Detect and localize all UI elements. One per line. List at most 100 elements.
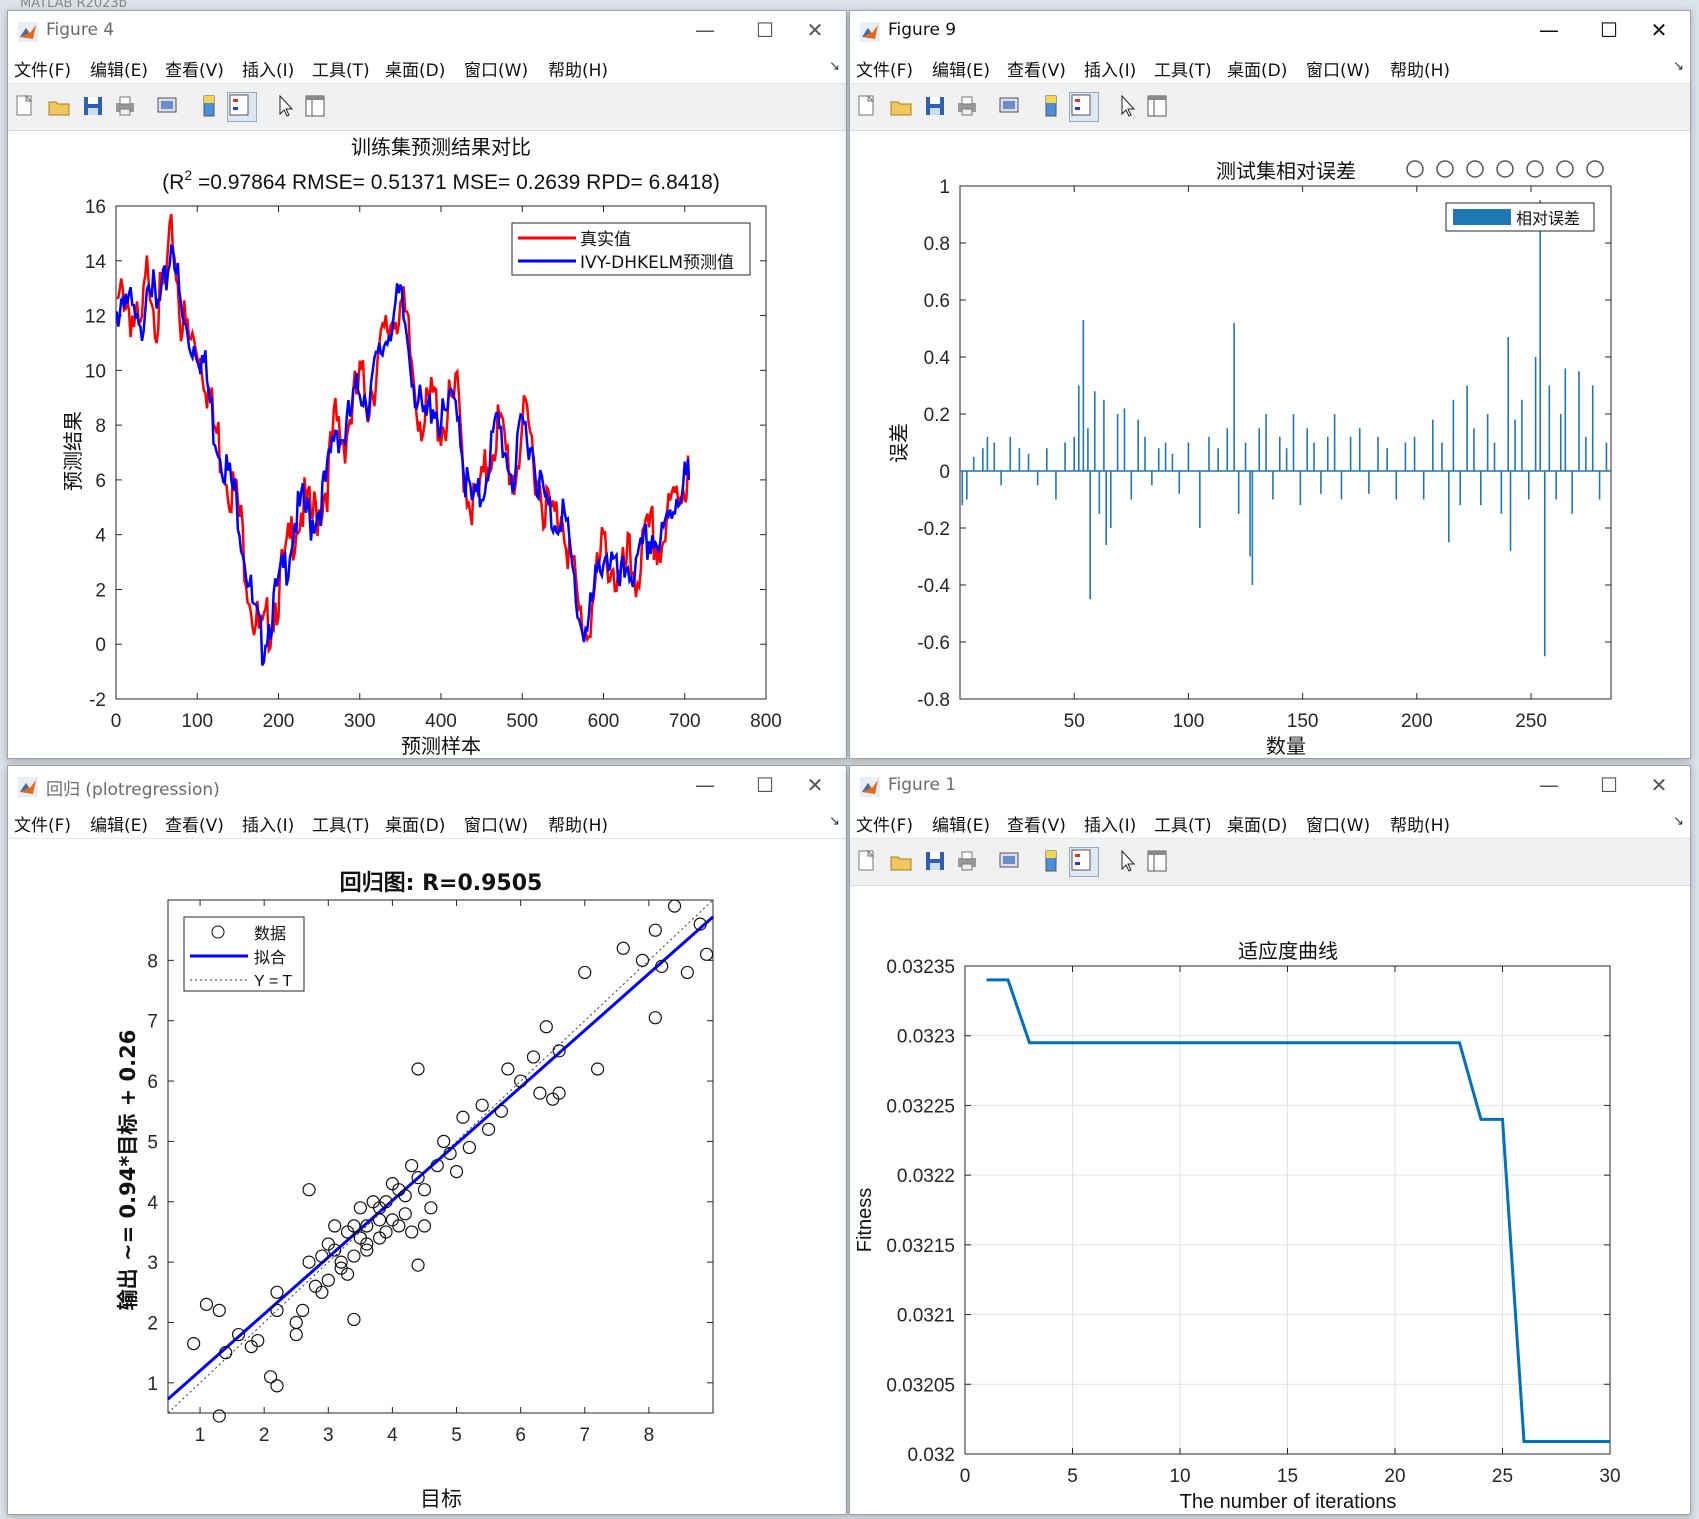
figure-1-window[interactable]: Figure 1 — ☐ ✕ 文件(F) 编辑(E) 查看(V) 插入(I) 工具(T)… (849, 765, 1691, 1515)
minimize-button[interactable]: — (1528, 772, 1570, 798)
data-point (372, 1213, 387, 1227)
legend-icon[interactable] (1069, 847, 1099, 877)
menu-item-3[interactable]: 插入(I) (1084, 56, 1136, 81)
titlebar[interactable]: 回归 (plotregression) — ☐ ✕ (8, 766, 846, 806)
menu-item-2[interactable]: 查看(V) (165, 811, 224, 836)
maximize-button[interactable]: ☐ (1588, 17, 1630, 43)
menu-item-7[interactable]: 帮助(H) (548, 56, 608, 81)
menu-item-7[interactable]: 帮助(H) (1390, 811, 1450, 836)
menu-item-0[interactable]: 文件(F) (856, 811, 913, 836)
close-button[interactable]: ✕ (1638, 17, 1680, 43)
menu-item-1[interactable]: 编辑(E) (932, 56, 990, 81)
maximize-button[interactable]: ☐ (744, 17, 786, 43)
menu-item-5[interactable]: 桌面(D) (385, 811, 445, 836)
new-figure-icon[interactable] (14, 94, 36, 118)
data-point (635, 953, 650, 967)
data-point (398, 1207, 412, 1221)
pointer-icon[interactable] (1116, 94, 1138, 118)
menu-item-2[interactable]: 查看(V) (1007, 811, 1066, 836)
data-point (347, 1312, 361, 1327)
minimize-button[interactable]: — (684, 772, 726, 798)
data-point (437, 1134, 451, 1149)
menu-item-2[interactable]: 查看(V) (1007, 56, 1066, 81)
home-icon[interactable] (1586, 160, 1604, 178)
data-point (417, 1183, 432, 1197)
menu-item-4[interactable]: 工具(T) (1154, 56, 1212, 81)
maximize-button[interactable]: ☐ (744, 772, 786, 798)
menu-dock-arrow-icon[interactable]: ↘ (1673, 814, 1684, 829)
pointer-icon[interactable] (274, 94, 296, 118)
menu-item-5[interactable]: 桌面(D) (1227, 811, 1287, 836)
property-inspector-icon[interactable] (1146, 94, 1168, 118)
save-icon[interactable] (924, 94, 946, 118)
menu-item-3[interactable]: 插入(I) (242, 811, 294, 836)
menu-item-3[interactable]: 插入(I) (1084, 811, 1136, 836)
print-icon[interactable] (956, 849, 978, 873)
open-file-icon[interactable] (890, 94, 912, 118)
menu-item-3[interactable]: 插入(I) (242, 56, 294, 81)
pan-icon[interactable] (1496, 160, 1514, 178)
data-tip-icon[interactable] (1436, 160, 1454, 178)
minimize-button[interactable]: — (684, 17, 726, 43)
close-button[interactable]: ✕ (1638, 772, 1680, 798)
link-axes-icon[interactable] (156, 94, 178, 118)
zoom-in-icon[interactable] (1526, 160, 1544, 178)
titlebar[interactable]: Figure 9 — ☐ ✕ (850, 11, 1690, 51)
menu-item-4[interactable]: 工具(T) (312, 56, 370, 81)
menu-item-6[interactable]: 窗口(W) (464, 811, 528, 836)
pointer-icon[interactable] (1116, 849, 1138, 873)
menu-item-0[interactable]: 文件(F) (856, 56, 913, 81)
menu-item-7[interactable]: 帮助(H) (548, 811, 608, 836)
titlebar[interactable]: Figure 4 — ☐ ✕ (8, 11, 846, 51)
menu-dock-arrow-icon[interactable]: ↘ (1673, 59, 1684, 74)
open-file-icon[interactable] (890, 849, 912, 873)
export-icon[interactable] (1466, 160, 1484, 178)
print-icon[interactable] (114, 94, 136, 118)
menu-item-4[interactable]: 工具(T) (1154, 811, 1212, 836)
menu-dock-arrow-icon[interactable]: ↘ (829, 814, 840, 829)
x-axis-label: 数量 (1266, 734, 1306, 758)
legend-label-true: 真实值 (580, 230, 631, 250)
menu-item-2[interactable]: 查看(V) (165, 56, 224, 81)
close-button[interactable]: ✕ (794, 17, 836, 43)
link-axes-icon[interactable] (998, 849, 1020, 873)
new-figure-icon[interactable] (856, 849, 878, 873)
colorbar-icon[interactable] (1040, 849, 1062, 873)
print-icon[interactable] (956, 94, 978, 118)
figure-4-window[interactable]: Figure 4 — ☐ ✕ 文件(F) 编辑(E) 查看(V) 插入(I) 工具(T)… (7, 10, 847, 759)
titlebar[interactable]: Figure 1 — ☐ ✕ (850, 766, 1690, 806)
property-inspector-icon[interactable] (304, 94, 326, 118)
menu-item-7[interactable]: 帮助(H) (1390, 56, 1450, 81)
menu-item-1[interactable]: 编辑(E) (932, 811, 990, 836)
open-file-icon[interactable] (48, 94, 70, 118)
menu-item-4[interactable]: 工具(T) (312, 811, 370, 836)
legend-icon[interactable] (227, 92, 257, 122)
new-figure-icon[interactable] (856, 94, 878, 118)
link-axes-icon[interactable] (998, 94, 1020, 118)
colorbar-icon[interactable] (1040, 94, 1062, 118)
menu-item-1[interactable]: 编辑(E) (90, 811, 148, 836)
legend-icon[interactable] (1069, 92, 1099, 122)
menu-item-6[interactable]: 窗口(W) (1306, 56, 1370, 81)
save-icon[interactable] (82, 94, 104, 118)
close-button[interactable]: ✕ (794, 772, 836, 798)
menu-item-6[interactable]: 窗口(W) (464, 56, 528, 81)
menu-dock-arrow-icon[interactable]: ↘ (829, 59, 840, 74)
menu-item-0[interactable]: 文件(F) (14, 56, 71, 81)
minimize-button[interactable]: — (1528, 17, 1570, 43)
brush-icon[interactable] (1406, 160, 1424, 178)
menu-item-5[interactable]: 桌面(D) (1227, 56, 1287, 81)
property-inspector-icon[interactable] (1146, 849, 1168, 873)
x-tick-label: 700 (669, 711, 701, 732)
save-icon[interactable] (924, 849, 946, 873)
menu-item-6[interactable]: 窗口(W) (1306, 811, 1370, 836)
figure-9-window[interactable]: Figure 9 — ☐ ✕ 文件(F) 编辑(E) 查看(V) 插入(I) 工具(T)… (849, 10, 1691, 759)
x-tick-label: 100 (181, 711, 213, 732)
menu-item-1[interactable]: 编辑(E) (90, 56, 148, 81)
regression-window[interactable]: 回归 (plotregression) — ☐ ✕ 文件(F) 编辑(E) 查看(V… (7, 765, 847, 1515)
colorbar-icon[interactable] (198, 94, 220, 118)
zoom-out-icon[interactable] (1556, 160, 1574, 178)
maximize-button[interactable]: ☐ (1588, 772, 1630, 798)
menu-item-5[interactable]: 桌面(D) (385, 56, 445, 81)
menu-item-0[interactable]: 文件(F) (14, 811, 71, 836)
